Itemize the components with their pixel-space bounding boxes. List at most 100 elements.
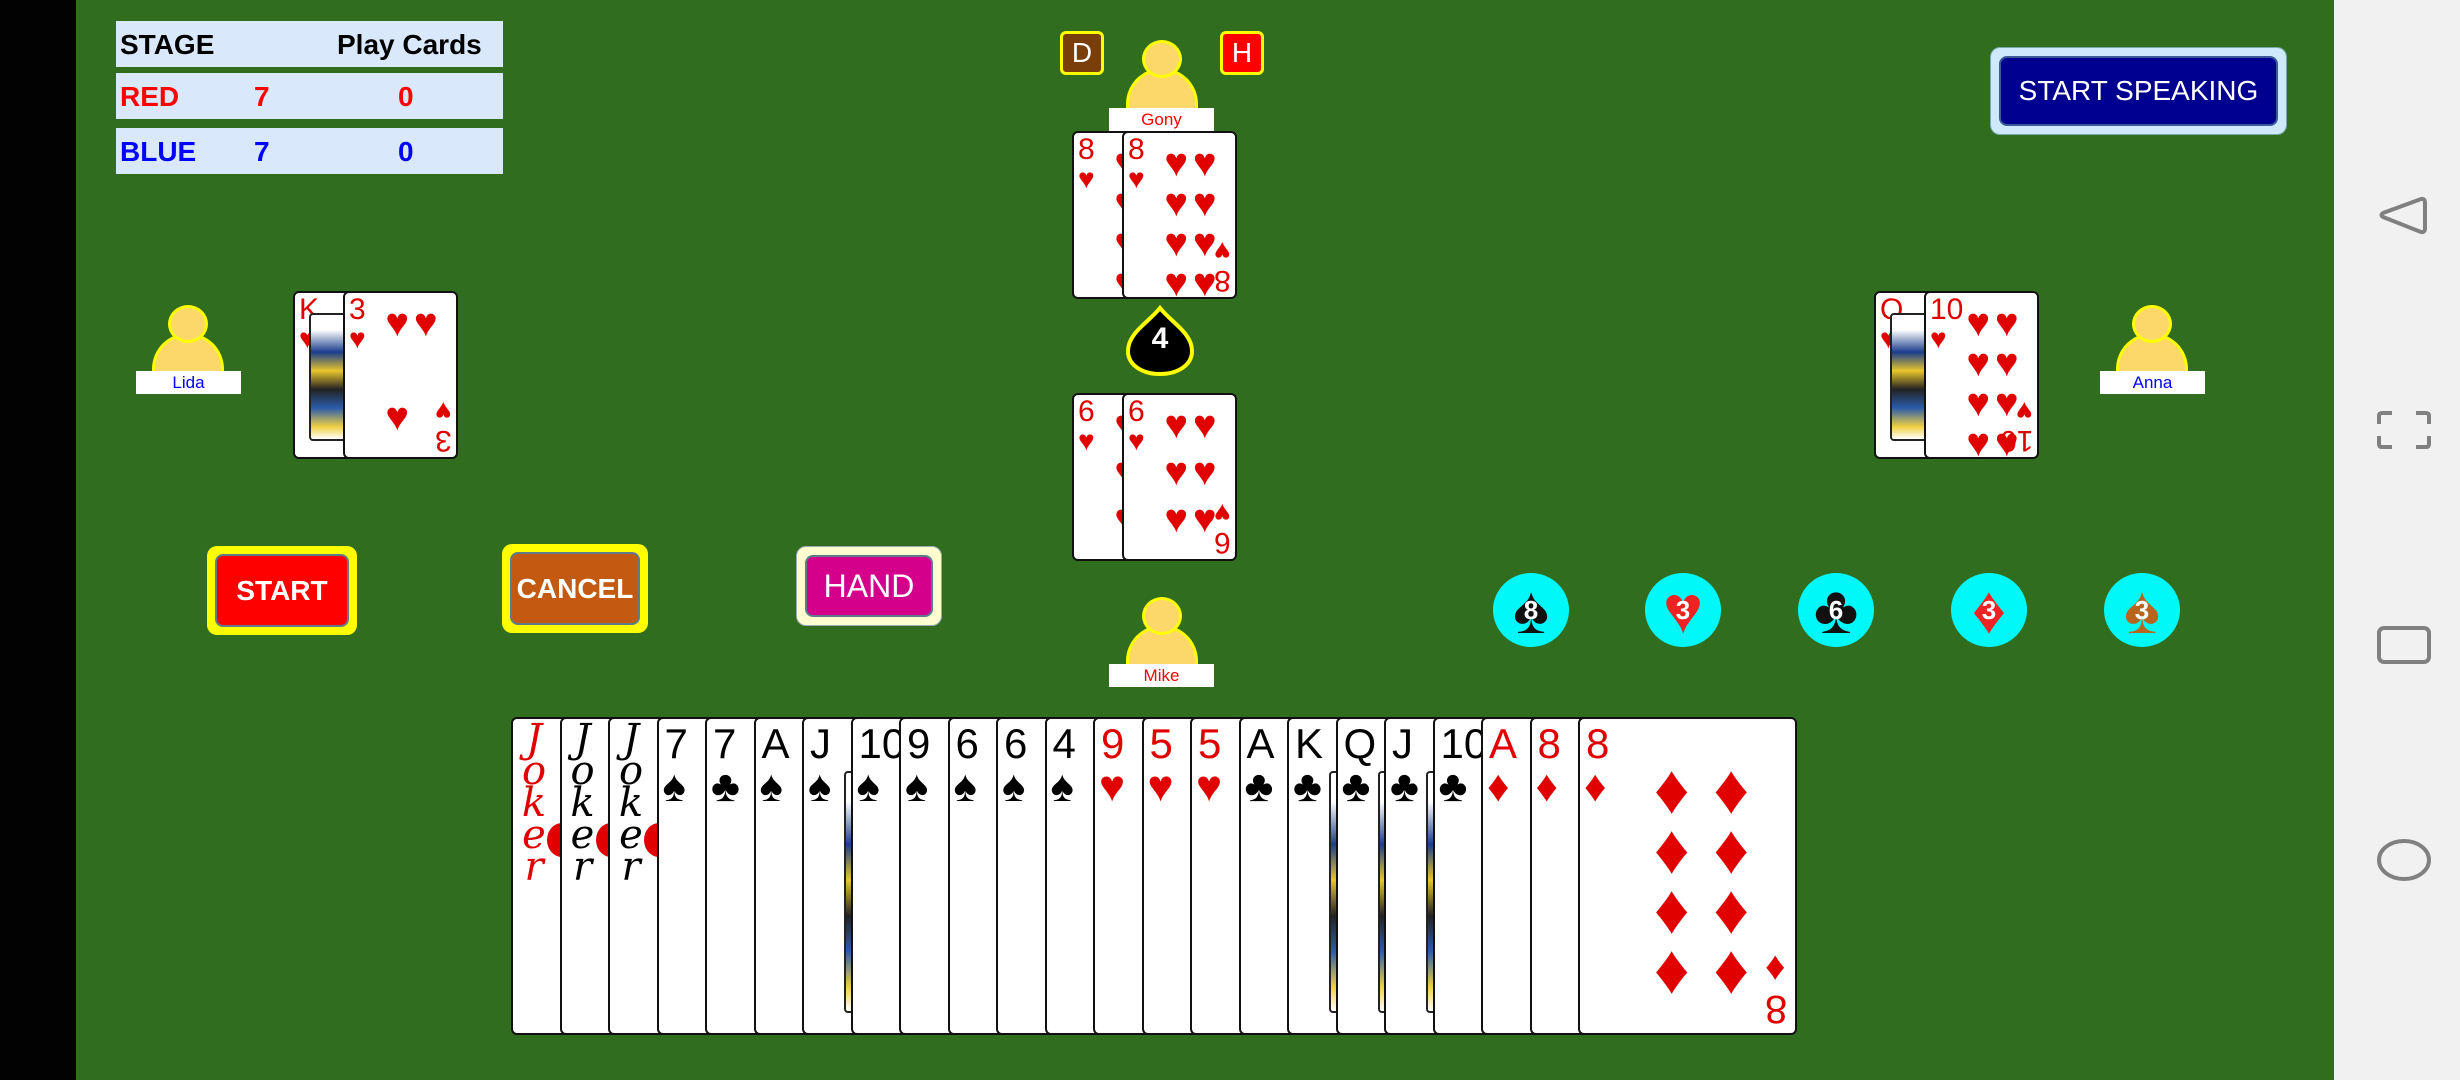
card-rank: 9 <box>907 720 931 767</box>
suit-icon: ♥ <box>1994 301 2019 345</box>
card-rank: 8 <box>1537 720 1561 767</box>
suit-icon: ♠ <box>856 762 880 811</box>
stage-label: STAGE <box>120 29 215 60</box>
card-rank: A <box>761 720 790 767</box>
card-rank: 4 <box>1052 720 1076 767</box>
suit-icon: ♣ <box>1244 762 1274 811</box>
card-rank: 6 <box>1128 395 1145 428</box>
card-rank-bottom: 8 <box>1764 987 1787 1031</box>
suit-icon: ♥ <box>1164 181 1189 225</box>
suit-icon: ♥ <box>1164 450 1189 494</box>
suit-count-clubs[interactable]: ♣ 6 <box>1798 573 1874 647</box>
card-rank: 8 <box>1128 133 1145 166</box>
team-score: 7 <box>254 136 270 167</box>
suit-count: 6 <box>1828 594 1844 625</box>
hand-badge: H <box>1220 31 1264 75</box>
scoreboard-row-blue: BLUE 7 0 <box>116 128 503 174</box>
suit-icon: ♥ <box>1192 141 1217 185</box>
suit-icon: ♥ <box>1192 450 1217 494</box>
card-pips: ♦ ♦ ♦ ♦ ♦ ♦ ♦ ♦ <box>1642 754 1761 1008</box>
card-rank: 7 <box>713 720 737 767</box>
avatar-left-player <box>148 305 228 375</box>
team-cards: 0 <box>398 136 414 167</box>
joker-label: Joker <box>521 717 547 890</box>
suit-icon: ♥ <box>1078 425 1095 456</box>
card-rank: J <box>1392 720 1413 767</box>
card-rank: Q <box>1343 720 1377 767</box>
card-rank: 8 <box>1078 133 1095 166</box>
suit-icon: ♥ <box>435 396 452 427</box>
suit-icon: ♥ <box>1966 381 1991 425</box>
card-pips: ♥♥♥♥♥♥♥♥ <box>1162 141 1219 297</box>
suit-count: 3 <box>2134 594 2150 625</box>
suit-icon: ♥ <box>1192 403 1217 447</box>
suit-count-spades[interactable]: ♠ 8 <box>1493 573 1569 647</box>
suit-icon: ♥ <box>1128 163 1145 194</box>
suit-icon: ♥ <box>1930 323 1947 354</box>
suit-count: 3 <box>1675 594 1691 625</box>
suit-icon: ♠ <box>808 762 832 811</box>
suit-icon: ♦ <box>1487 762 1510 811</box>
team-name: BLUE <box>120 136 197 167</box>
suit-icon: ♥ <box>349 323 366 354</box>
start-speaking-button[interactable]: START SPEAKING <box>1990 47 2287 135</box>
team-score: 7 <box>254 81 270 112</box>
fullscreen-icon[interactable] <box>2374 400 2434 460</box>
suit-icon: ♠ <box>662 762 686 811</box>
player-name-bottom: Mike <box>1109 664 1214 687</box>
card-rank: 6 <box>955 720 979 767</box>
played-card: 10♥♥♥♥♥♥♥♥♥♥♥10♥ <box>1924 291 2039 459</box>
dealer-badge: D <box>1060 31 1104 75</box>
avatar-head <box>2132 305 2172 343</box>
card-rank: J <box>810 720 831 767</box>
suit-icon: ♣ <box>1341 762 1371 811</box>
suit-icon: ♥ <box>413 301 438 345</box>
suit-icon: ♠ <box>759 762 783 811</box>
played-card: 3 ♥ ♥ ♥ ♥ 3 ♥ <box>343 291 458 459</box>
card-rank: 6 <box>1004 720 1028 767</box>
avatar-right-player <box>2112 305 2192 375</box>
suit-count: 3 <box>1981 594 1997 625</box>
played-card: 8♥♥♥♥♥♥♥♥♥8♥ <box>1122 131 1237 299</box>
hand-card[interactable]: 8 ♦ ♦ ♦ ♦ ♦ ♦ ♦ ♦ ♦ 8 ♦ <box>1578 717 1797 1035</box>
suit-icon: ♦ <box>1653 930 1690 1008</box>
system-nav-bar <box>2334 0 2460 1080</box>
card-rank-bottom: 3 <box>435 424 452 457</box>
card-rank: A <box>1489 720 1518 767</box>
left-system-bar <box>0 0 76 1080</box>
suit-count-trump-spade[interactable]: ♠ 3 <box>2104 573 2180 647</box>
player-name-top: Gony <box>1109 108 1214 131</box>
suit-icon: ♥ <box>1078 163 1095 194</box>
card-rank: 10 <box>1930 293 1964 326</box>
suit-icon: ♥ <box>1128 425 1145 456</box>
suit-icon: ♥ <box>1214 498 1231 529</box>
suit-icon: ♥ <box>385 395 410 439</box>
hand-button[interactable]: HAND <box>796 546 942 626</box>
card-pips: ♥ ♥ ♥ <box>383 303 440 437</box>
suit-icon: ♦ <box>1713 930 1750 1008</box>
recents-icon[interactable] <box>2374 615 2434 675</box>
suit-icon: ♣ <box>1438 762 1468 811</box>
joker-label: Joker <box>570 717 595 890</box>
card-rank: 6 <box>1078 395 1095 428</box>
cancel-button[interactable]: CANCEL <box>502 544 648 633</box>
suit-icon: ♦ <box>1584 762 1607 811</box>
card-rank: A <box>1246 720 1275 767</box>
suit-icon: ♥ <box>385 301 410 345</box>
suit-count-hearts[interactable]: ♥ 3 <box>1645 573 1721 647</box>
suit-icon: ♥ <box>1966 341 1991 385</box>
avatar-bottom-player <box>1122 597 1202 667</box>
card-pips: ♥♥♥♥♥♥ <box>1162 405 1219 539</box>
suit-icon: ♥ <box>2016 396 2033 427</box>
suit-icon: ♣ <box>1390 762 1419 811</box>
avatar-head <box>1142 40 1182 78</box>
home-icon[interactable] <box>2374 830 2434 890</box>
suit-icon: ♥ <box>1164 141 1189 185</box>
start-button[interactable]: START <box>207 546 357 635</box>
avatar-head <box>168 305 208 343</box>
back-icon[interactable] <box>2374 185 2434 245</box>
suit-count-diamonds[interactable]: ♦ 3 <box>1951 573 2027 647</box>
suit-icon: ♥ <box>1214 236 1231 267</box>
card-rank: 8 <box>1586 720 1610 767</box>
suit-icon: ♠ <box>1002 762 1026 811</box>
